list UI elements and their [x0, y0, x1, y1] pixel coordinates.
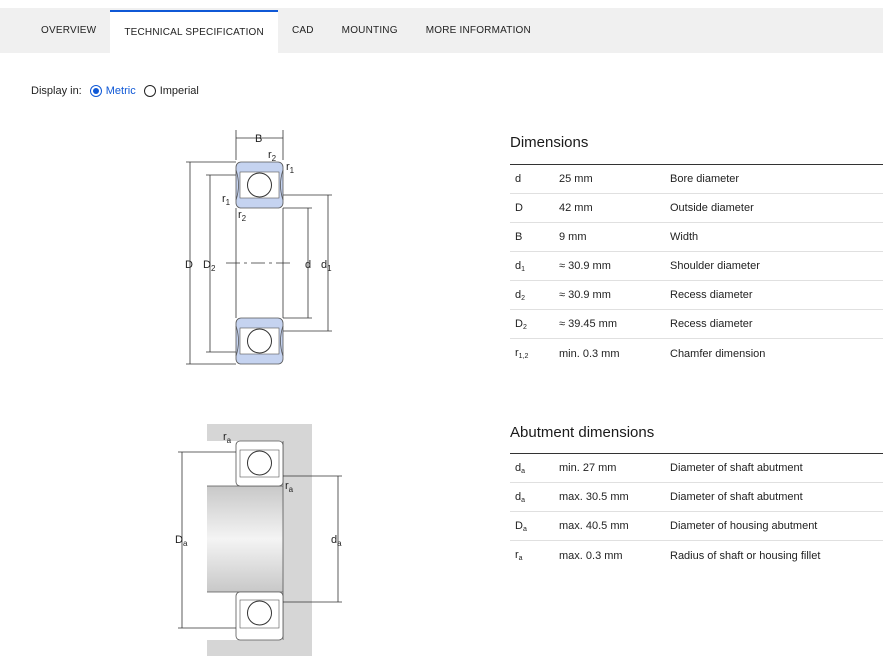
symbol-cell: d1 — [510, 260, 559, 273]
svg-text:da: da — [331, 534, 342, 548]
dimensions-title: Dimensions — [510, 134, 589, 151]
imperial-radio[interactable] — [143, 85, 156, 97]
symbol-subscript: 2 — [522, 323, 527, 331]
svg-text:D2: D2 — [203, 259, 216, 273]
imperial-option[interactable]: Imperial — [136, 85, 199, 97]
description-cell: Radius of shaft or housing fillet — [670, 549, 821, 562]
abutment-table: da min. 27 mm Diameter of shaft abutment da… — [510, 453, 883, 570]
description-cell: Recess diameter — [670, 318, 753, 330]
bearing-dimensions-diagram: B r2 r1 r1 r2 D D2 d d1 — [185, 130, 332, 365]
description-cell: Diameter of housing abutment — [670, 520, 818, 532]
svg-text:d1: d1 — [321, 259, 332, 273]
symbol-cell: da — [510, 491, 559, 504]
tab-cad[interactable]: CAD — [278, 8, 328, 53]
description-cell: Width — [670, 231, 699, 243]
table-row: Da max. 40.5 mm Diameter of housing abutme… — [510, 512, 883, 541]
symbol-subscript: 1 — [521, 265, 526, 273]
svg-text:d: d — [305, 259, 311, 271]
description-cell: Recess diameter — [670, 289, 753, 301]
table-row: D2 ≈ 39.45 mm Recess diameter — [510, 310, 883, 339]
value-cell: 25 mm — [559, 173, 593, 185]
description-cell: Diameter of shaft abutment — [670, 491, 803, 503]
symbol-cell: B — [510, 231, 559, 244]
svg-text:r1: r1 — [286, 161, 295, 175]
tab-technical-specification[interactable]: TECHNICAL SPECIFICATION — [110, 10, 278, 53]
table-row: da max. 30.5 mm Diameter of shaft abutment — [510, 483, 883, 512]
symbol-main: d — [515, 172, 522, 185]
symbol-subscript: 2 — [521, 294, 526, 302]
symbol-cell: D2 — [510, 318, 559, 331]
svg-text:r2: r2 — [268, 149, 277, 163]
table-row: D 42 mm Outside diameter — [510, 194, 883, 223]
table-row: d2 ≈ 30.9 mm Recess diameter — [510, 281, 883, 310]
symbol-subscript: 1,2 — [518, 353, 529, 360]
value-cell: 9 mm — [559, 231, 587, 243]
description-cell: Shoulder diameter — [670, 260, 760, 272]
svg-text:r1: r1 — [222, 193, 231, 207]
table-row: d1 ≈ 30.9 mm Shoulder diameter — [510, 252, 883, 281]
symbol-subscript: a — [518, 555, 523, 562]
symbol-cell: ra — [510, 549, 559, 562]
metric-radio[interactable] — [89, 85, 102, 97]
value-cell: 42 mm — [559, 202, 593, 214]
value-cell: max. 30.5 mm — [559, 491, 629, 503]
tab-overview[interactable]: OVERVIEW — [27, 8, 110, 53]
abutment-dimensions-diagram: ra ra Da da — [175, 424, 342, 656]
display-units-row: Display in: Metric Imperial — [31, 85, 199, 97]
tab-bar: OVERVIEW TECHNICAL SPECIFICATION CAD MOU… — [0, 8, 883, 53]
symbol-cell: Da — [510, 520, 559, 533]
abutment-title: Abutment dimensions — [510, 424, 655, 441]
value-cell: max. 0.3 mm — [559, 549, 623, 562]
description-cell: Bore diameter — [670, 173, 740, 185]
dimensions-table: d 25 mm Bore diameter D 42 mm Outside diamete… — [510, 164, 883, 368]
table-row: B 9 mm Width — [510, 223, 883, 252]
label-B: B — [255, 133, 262, 145]
description-cell: Diameter of shaft abutment — [670, 462, 803, 474]
table-row: d 25 mm Bore diameter — [510, 165, 883, 194]
imperial-label[interactable]: Imperial — [160, 85, 199, 97]
symbol-subscript: a — [521, 467, 526, 475]
value-cell: ≈ 30.9 mm — [559, 260, 611, 272]
table-row: da min. 27 mm Diameter of shaft abutment — [510, 454, 883, 483]
table-row: r1,2 min. 0.3 mm Chamfer dimension — [510, 339, 883, 368]
display-in-label: Display in: — [31, 85, 82, 97]
value-cell: ≈ 39.45 mm — [559, 318, 618, 330]
tab-mounting[interactable]: MOUNTING — [328, 8, 412, 53]
symbol-main: B — [515, 230, 523, 243]
metric-label[interactable]: Metric — [106, 85, 136, 97]
svg-text:r2: r2 — [238, 209, 247, 223]
symbol-main: D — [515, 317, 523, 330]
table-row: ra max. 0.3 mm Radius of shaft or housing … — [510, 541, 883, 570]
value-cell: min. 27 mm — [559, 462, 617, 474]
value-cell: min. 0.3 mm — [559, 347, 620, 360]
svg-text:Da: Da — [175, 534, 188, 548]
symbol-subscript: a — [522, 525, 527, 533]
value-cell: max. 40.5 mm — [559, 520, 629, 532]
value-cell: ≈ 30.9 mm — [559, 289, 611, 301]
symbol-cell: D — [510, 202, 559, 215]
description-cell: Chamfer dimension — [670, 347, 766, 360]
svg-text:D: D — [185, 259, 193, 271]
metric-option[interactable]: Metric — [82, 85, 136, 97]
description-cell: Outside diameter — [670, 202, 754, 214]
symbol-main: D — [515, 201, 523, 214]
symbol-main: D — [515, 519, 523, 532]
tab-more-information[interactable]: MORE INFORMATION — [412, 8, 545, 53]
symbol-cell: r1,2 — [510, 347, 559, 360]
symbol-cell: d — [510, 173, 559, 186]
symbol-cell: d2 — [510, 289, 559, 302]
symbol-cell: da — [510, 462, 559, 475]
symbol-subscript: a — [521, 496, 526, 504]
